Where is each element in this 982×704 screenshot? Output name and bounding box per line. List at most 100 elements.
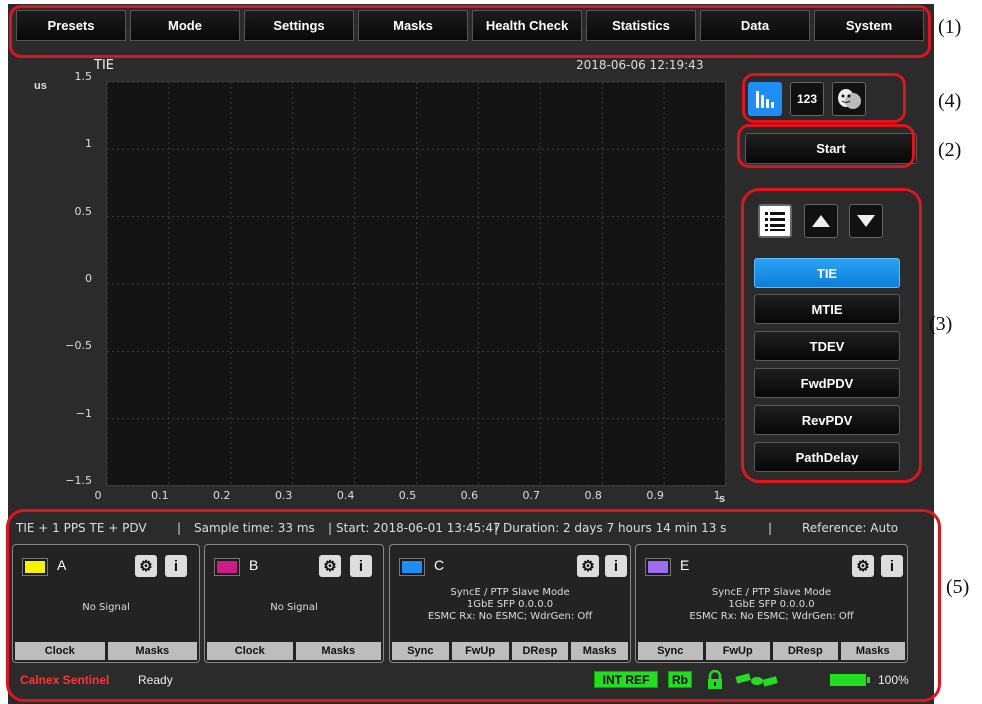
callout-4: (4) bbox=[938, 90, 962, 112]
info-icon[interactable]: i bbox=[350, 555, 372, 577]
triangle-down-icon bbox=[857, 215, 875, 227]
menu-statistics[interactable]: Statistics bbox=[586, 10, 696, 41]
bottom-status-bar: Calnex Sentinel Ready INT REF Rb 100% bbox=[16, 668, 909, 692]
status-sample-time: Sample time: 33 ms bbox=[194, 521, 315, 535]
measurement-tie[interactable]: TIE bbox=[754, 258, 900, 288]
list-icon bbox=[765, 212, 785, 231]
channel-info-line: No Signal bbox=[82, 602, 130, 613]
scroll-up-button[interactable] bbox=[804, 204, 838, 238]
x-tick-label: 0.7 bbox=[522, 489, 541, 502]
channel-color bbox=[402, 561, 422, 573]
tie-chart[interactable] bbox=[106, 81, 727, 487]
x-tick-label: 0.5 bbox=[398, 489, 417, 502]
channel-panel-b[interactable]: B ⚙ i No Signal Clock Masks bbox=[204, 544, 384, 663]
measurement-pathdelay[interactable]: PathDelay bbox=[754, 442, 900, 472]
y-axis-unit: us bbox=[34, 80, 47, 92]
x-tick-label: 0.8 bbox=[584, 489, 602, 502]
rb-badge: Rb bbox=[668, 671, 692, 688]
tab-sync[interactable]: Sync bbox=[392, 642, 449, 660]
x-tick-label: 0.4 bbox=[336, 489, 355, 502]
tab-clock[interactable]: Clock bbox=[15, 642, 105, 660]
gear-icon[interactable]: ⚙ bbox=[135, 555, 157, 577]
tab-masks[interactable]: Masks bbox=[107, 642, 197, 660]
numeric-view-button[interactable]: 123 bbox=[790, 82, 824, 116]
measurement-mtie[interactable]: MTIE bbox=[754, 294, 900, 324]
tab-fwup[interactable]: FwUp bbox=[451, 642, 509, 660]
tab-masks[interactable]: Masks bbox=[840, 642, 905, 660]
channel-info-line: 1GbE SFP 0.0.0.0 bbox=[728, 599, 815, 610]
menu-health-check[interactable]: Health Check bbox=[472, 10, 582, 41]
chart-timestamp: 2018-06-06 12:19:43 bbox=[576, 58, 704, 72]
x-tick-label: 0.3 bbox=[274, 489, 293, 502]
menu-presets[interactable]: Presets bbox=[16, 10, 126, 41]
menu-bar: Presets Mode Settings Masks Health Check… bbox=[16, 10, 924, 41]
gear-icon[interactable]: ⚙ bbox=[852, 555, 874, 577]
battery-icon bbox=[830, 674, 866, 686]
callout-3: (3) bbox=[929, 313, 953, 335]
measurement-fwdpdv[interactable]: FwdPDV bbox=[754, 368, 900, 398]
battery-level: 100% bbox=[878, 673, 909, 687]
y-tick-label: 0.5 bbox=[74, 204, 93, 218]
gear-icon[interactable]: ⚙ bbox=[319, 555, 341, 577]
status-mode: TIE + 1 PPS TE + PDV bbox=[16, 521, 147, 535]
channel-info-line: ESMC Rx: No ESMC; WdrGen: Off bbox=[427, 611, 593, 622]
menu-mode[interactable]: Mode bbox=[130, 10, 240, 41]
chart-title: TIE bbox=[94, 58, 114, 73]
status-duration: Duration: 2 days 7 hours 14 min 13 s bbox=[503, 521, 727, 535]
y-tick-label: −0.5 bbox=[65, 339, 92, 353]
channel-color bbox=[25, 561, 45, 573]
y-tick-label: 0 bbox=[85, 272, 92, 285]
tab-fwup[interactable]: FwUp bbox=[705, 642, 770, 660]
analyzer-window: Presets Mode Settings Masks Health Check… bbox=[8, 4, 934, 704]
channel-color bbox=[217, 561, 237, 573]
status-sep-4: | bbox=[768, 521, 773, 535]
status-start: Start: 2018-06-01 13:45:47 bbox=[336, 521, 501, 535]
x-tick-label: 0.9 bbox=[646, 489, 664, 502]
satellite-icon bbox=[735, 673, 778, 687]
masks-icon bbox=[838, 89, 861, 109]
info-icon[interactable]: i bbox=[165, 555, 187, 577]
scroll-down-button[interactable] bbox=[849, 204, 883, 238]
tab-masks[interactable]: Masks bbox=[571, 642, 628, 660]
start-button[interactable]: Start bbox=[745, 133, 917, 164]
chart-grid bbox=[106, 81, 727, 487]
channel-color-swatch bbox=[399, 558, 425, 576]
bar-chart-icon bbox=[756, 91, 774, 108]
channel-info-line: SyncE / PTP Slave Mode bbox=[450, 587, 570, 598]
channel-color-swatch bbox=[22, 558, 48, 576]
channel-panel-c[interactable]: C ⚙ i SyncE / PTP Slave Mode 1GbE SFP 0.… bbox=[389, 544, 631, 663]
int-ref-badge: INT REF bbox=[594, 671, 658, 688]
channel-color-swatch bbox=[214, 558, 240, 576]
tab-masks[interactable]: Masks bbox=[295, 642, 381, 660]
channel-tabs: Clock Masks bbox=[207, 642, 381, 660]
measurement-tdev[interactable]: TDEV bbox=[754, 331, 900, 361]
brand-name: Calnex Sentinel bbox=[20, 673, 110, 687]
triangle-up-icon bbox=[812, 215, 830, 227]
channel-panel-e[interactable]: E ⚙ i SyncE / PTP Slave Mode 1GbE SFP 0.… bbox=[635, 544, 908, 663]
measurement-revpdv[interactable]: RevPDV bbox=[754, 405, 900, 435]
channel-panel-a[interactable]: A ⚙ i No Signal Clock Masks bbox=[12, 544, 200, 663]
status-sep-2: | bbox=[328, 521, 333, 535]
theme-button[interactable] bbox=[832, 82, 866, 116]
y-tick-label: −1.5 bbox=[65, 474, 92, 487]
tab-clock[interactable]: Clock bbox=[207, 642, 293, 660]
tab-dresp[interactable]: DResp bbox=[511, 642, 569, 660]
info-icon[interactable]: i bbox=[881, 555, 903, 577]
battery-tip bbox=[867, 677, 870, 683]
callout-5: (5) bbox=[946, 576, 970, 598]
list-view-button[interactable] bbox=[758, 204, 792, 238]
channel-color-swatch bbox=[645, 558, 671, 576]
app-state: Ready bbox=[138, 673, 173, 687]
y-tick-label: 1.5 bbox=[74, 70, 93, 83]
tab-sync[interactable]: Sync bbox=[638, 642, 703, 660]
info-icon[interactable]: i bbox=[605, 555, 627, 577]
x-tick-label: 0.2 bbox=[213, 489, 231, 502]
menu-settings[interactable]: Settings bbox=[244, 10, 354, 41]
menu-system[interactable]: System bbox=[814, 10, 924, 41]
tab-dresp[interactable]: DResp bbox=[773, 642, 838, 660]
graph-view-button[interactable] bbox=[748, 82, 782, 116]
channel-name: B bbox=[249, 557, 259, 573]
gear-icon[interactable]: ⚙ bbox=[577, 555, 599, 577]
menu-data[interactable]: Data bbox=[700, 10, 810, 41]
menu-masks[interactable]: Masks bbox=[358, 10, 468, 41]
